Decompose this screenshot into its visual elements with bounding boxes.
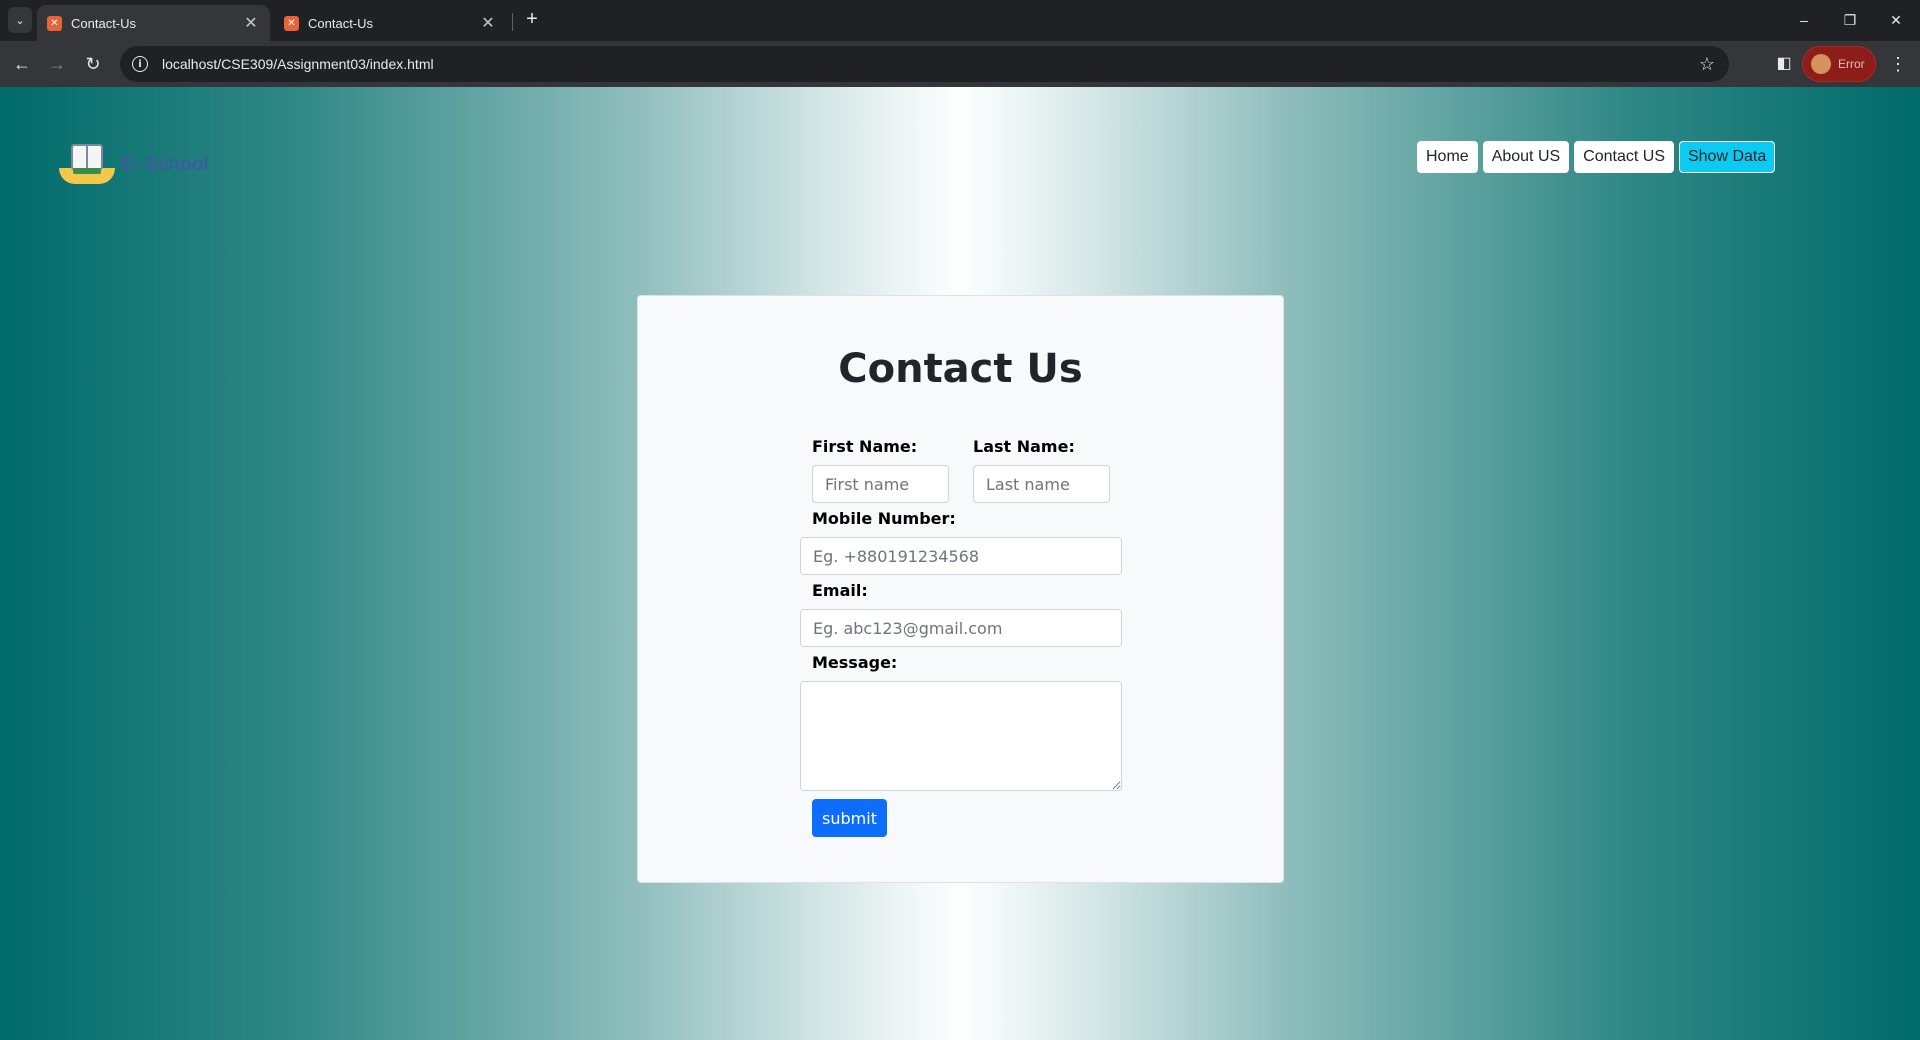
avatar bbox=[1811, 54, 1831, 74]
page-title: Contact Us bbox=[838, 346, 1083, 392]
nav-home-button[interactable]: Home bbox=[1417, 141, 1478, 173]
browser-toolbar: ← → ↻ i localhost/CSE309/Assignment03/in… bbox=[0, 41, 1920, 87]
side-panel-icon[interactable]: ◧ bbox=[1770, 50, 1798, 78]
brand-name: E- School bbox=[121, 154, 209, 175]
back-arrow-icon[interactable]: ← bbox=[8, 50, 36, 78]
close-icon[interactable]: ✕ bbox=[242, 13, 260, 33]
last-name-input[interactable] bbox=[973, 465, 1110, 503]
nav-about-us-button[interactable]: About US bbox=[1482, 141, 1570, 173]
window-close-icon[interactable]: ✕ bbox=[1874, 6, 1918, 34]
email-label: Email: bbox=[812, 581, 868, 600]
bookmark-star-icon[interactable]: ☆ bbox=[1699, 54, 1715, 75]
restore-icon[interactable]: ❐ bbox=[1828, 6, 1872, 34]
message-textarea[interactable] bbox=[800, 681, 1122, 791]
tab-strip: ⌄ ✕ Contact-Us ✕ ✕ Contact-Us ✕ + – ❐ ✕ bbox=[0, 0, 1920, 41]
tab-search-button[interactable]: ⌄ bbox=[8, 7, 32, 33]
tab-contact-us[interactable]: ✕ Contact-Us ✕ bbox=[274, 5, 507, 41]
url-text[interactable]: localhost/CSE309/Assignment03/index.html bbox=[162, 56, 1699, 72]
new-tab-plus-icon[interactable]: + bbox=[520, 8, 544, 32]
tab-contact-us-active[interactable]: ✕ Contact-Us ✕ bbox=[37, 5, 270, 41]
xampp-favicon-icon: ✕ bbox=[47, 15, 62, 31]
tab-title: Contact-Us bbox=[71, 15, 137, 31]
tab-title: Contact-Us bbox=[308, 15, 374, 31]
brand-logo[interactable]: E- School bbox=[59, 142, 209, 188]
profile-button[interactable]: Error bbox=[1802, 46, 1876, 82]
page-viewport: E- School Home About US Contact US Show … bbox=[0, 87, 1920, 1040]
email-input[interactable] bbox=[800, 609, 1122, 647]
close-icon[interactable]: ✕ bbox=[479, 13, 497, 33]
submit-button[interactable]: submit bbox=[812, 799, 887, 837]
chevron-down-icon: ⌄ bbox=[15, 14, 25, 27]
mobile-number-label: Mobile Number: bbox=[812, 509, 956, 528]
top-navigation: Home About US Contact US Show Data bbox=[1417, 141, 1776, 173]
first-name-input[interactable] bbox=[812, 465, 949, 503]
profile-status-label: Error bbox=[1838, 57, 1865, 71]
minimize-icon[interactable]: – bbox=[1782, 6, 1826, 34]
kebab-menu-icon[interactable]: ⋮ bbox=[1886, 50, 1910, 78]
tab-separator bbox=[512, 13, 513, 31]
message-label: Message: bbox=[812, 653, 898, 672]
xampp-favicon-icon: ✕ bbox=[284, 15, 299, 31]
contact-form-card: Contact Us First Name: Last Name: Mobile… bbox=[637, 295, 1284, 883]
reload-icon[interactable]: ↻ bbox=[79, 50, 107, 78]
address-bar[interactable]: i localhost/CSE309/Assignment03/index.ht… bbox=[120, 46, 1729, 82]
mobile-number-input[interactable] bbox=[800, 537, 1122, 575]
site-info-icon[interactable]: i bbox=[132, 56, 148, 72]
nav-show-data-button[interactable]: Show Data bbox=[1678, 141, 1776, 173]
book-logo-icon bbox=[59, 142, 115, 188]
forward-arrow-icon[interactable]: → bbox=[43, 50, 71, 78]
last-name-label: Last Name: bbox=[973, 437, 1075, 456]
first-name-label: First Name: bbox=[812, 437, 918, 456]
nav-contact-us-button[interactable]: Contact US bbox=[1574, 141, 1674, 173]
